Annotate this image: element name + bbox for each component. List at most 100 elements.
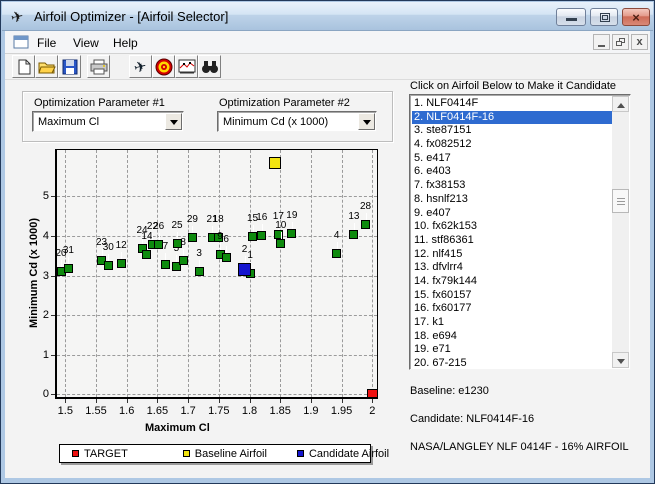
- list-item[interactable]: 3. ste87151: [412, 124, 612, 138]
- point-label: 28: [354, 202, 378, 212]
- open-button[interactable]: [35, 55, 58, 78]
- menu-item-view[interactable]: View: [67, 34, 105, 52]
- gridline: [188, 150, 189, 397]
- airfoils-marker: [332, 249, 341, 258]
- save-button[interactable]: [58, 55, 81, 78]
- param1-label: Optimization Parameter #1: [34, 97, 165, 109]
- chart-legend: TARGETBaseline AirfoilCandidate Airfoil: [59, 444, 371, 463]
- toolbar: ✈: [5, 54, 650, 80]
- list-item[interactable]: 8. hsnlf213: [412, 193, 612, 207]
- restore-icon: [600, 13, 610, 22]
- gridline: [57, 315, 377, 316]
- point-leader: [183, 249, 184, 256]
- param1-dropdown-button[interactable]: [165, 113, 182, 130]
- gridline: [96, 150, 97, 397]
- close-icon: ×: [623, 9, 649, 26]
- param2-combobox[interactable]: Minimum Cd (x 1000): [217, 111, 377, 132]
- airfoils-marker: [257, 231, 266, 240]
- list-item[interactable]: 20. 67-215: [412, 357, 612, 368]
- chevron-down-icon: [170, 120, 178, 125]
- gridline: [57, 394, 377, 395]
- list-item[interactable]: 4. fx082512: [412, 138, 612, 152]
- print-button[interactable]: [87, 55, 110, 78]
- list-item[interactable]: 18. e694: [412, 330, 612, 344]
- point-leader: [281, 232, 282, 239]
- list-item[interactable]: 1. NLF0414F: [412, 97, 612, 111]
- x-tick: [188, 399, 189, 403]
- legend-item: TARGET: [72, 448, 128, 460]
- menu-item-help[interactable]: Help: [107, 34, 144, 52]
- scrollbar-thumb[interactable]: [612, 189, 629, 213]
- airfoil-button[interactable]: ✈: [129, 55, 152, 78]
- candidate-airfoil-marker: [238, 263, 251, 276]
- x-tick: [127, 399, 128, 403]
- mdi-child-icon[interactable]: [13, 35, 29, 54]
- list-item[interactable]: 7. fx38153: [412, 179, 612, 193]
- plot-area: 2031233012241422267525829321189611516171…: [55, 149, 378, 399]
- x-tick-label: 1.85: [263, 405, 297, 417]
- list-item[interactable]: 16. fx60177: [412, 302, 612, 316]
- y-tick: [51, 236, 55, 237]
- param1-combobox[interactable]: Maximum Cl: [32, 111, 184, 132]
- list-item[interactable]: 15. fx60157: [412, 289, 612, 303]
- point-leader: [61, 260, 62, 267]
- minimize-icon: [566, 18, 577, 21]
- gridline: [57, 196, 377, 197]
- chevron-down-icon: [363, 120, 371, 125]
- list-item[interactable]: 17. k1: [412, 316, 612, 330]
- list-item[interactable]: 5. e417: [412, 152, 612, 166]
- airfoils-marker: [142, 250, 151, 259]
- point-label: 2: [233, 245, 257, 255]
- list-item[interactable]: 2. NLF0414F-16: [412, 111, 612, 125]
- client-area: Optimization Parameter #1 Maximum Cl Opt…: [5, 80, 650, 478]
- x-tick-label: 1.7: [171, 405, 205, 417]
- save-icon: [62, 59, 78, 75]
- open-folder-icon: [38, 59, 56, 75]
- gridline: [280, 150, 281, 397]
- new-button[interactable]: [12, 55, 35, 78]
- airfoils-marker: [222, 253, 231, 262]
- airfoil-listbox[interactable]: 1. NLF0414F2. NLF0414F-163. ste871514. f…: [409, 94, 631, 370]
- gridline: [372, 150, 373, 397]
- y-tick: [51, 196, 55, 197]
- minimize-button[interactable]: [556, 8, 586, 26]
- airplane-app-icon: ✈: [9, 7, 25, 27]
- list-item[interactable]: 10. fx62k153: [412, 220, 612, 234]
- list-item[interactable]: 11. stf86361: [412, 234, 612, 248]
- plot-button[interactable]: [175, 55, 198, 78]
- maximize-button[interactable]: [590, 8, 618, 26]
- y-tick-label: 4: [33, 230, 49, 242]
- mdi-minimize-button[interactable]: [593, 34, 610, 50]
- scroll-up-button[interactable]: [612, 96, 629, 112]
- list-item[interactable]: 14. fx79k144: [412, 275, 612, 289]
- mdi-restore-button[interactable]: [612, 34, 629, 50]
- list-item[interactable]: 13. dfvlrr4: [412, 261, 612, 275]
- y-tick: [51, 276, 55, 277]
- point-label: 12: [109, 241, 133, 251]
- target-button[interactable]: [152, 55, 175, 78]
- airfoil-description: NASA/LANGLEY NLF 0414F - 16% AIRFOIL: [410, 441, 629, 453]
- list-scrollbar[interactable]: [612, 96, 629, 368]
- gridline: [127, 150, 128, 397]
- list-item[interactable]: 9. e407: [412, 207, 612, 221]
- titlebar[interactable]: ✈ Airfoil Optimizer - [Airfoil Selector]…: [2, 2, 653, 31]
- list-item[interactable]: 12. nlf415: [412, 248, 612, 262]
- close-button[interactable]: ×: [622, 8, 650, 26]
- mdi-close-button[interactable]: x: [631, 34, 648, 50]
- arrow-up-icon: [617, 103, 625, 108]
- list-item[interactable]: 6. e403: [412, 165, 612, 179]
- list-item[interactable]: 19. e71: [412, 343, 612, 357]
- point-leader: [121, 252, 122, 259]
- param2-value: Minimum Cd (x 1000): [223, 116, 328, 128]
- point-leader: [366, 213, 367, 220]
- x-tick: [311, 399, 312, 403]
- airfoils-marker: [161, 260, 170, 269]
- gridline: [311, 150, 312, 397]
- param2-dropdown-button[interactable]: [358, 113, 375, 130]
- menu-item-file[interactable]: File: [31, 34, 62, 52]
- scroll-down-button[interactable]: [612, 352, 629, 368]
- window-title: Airfoil Optimizer - [Airfoil Selector]: [34, 9, 228, 24]
- find-button[interactable]: [198, 55, 221, 78]
- chart: 2031233012241422267525829321189611516171…: [5, 135, 405, 457]
- x-tick: [157, 399, 158, 403]
